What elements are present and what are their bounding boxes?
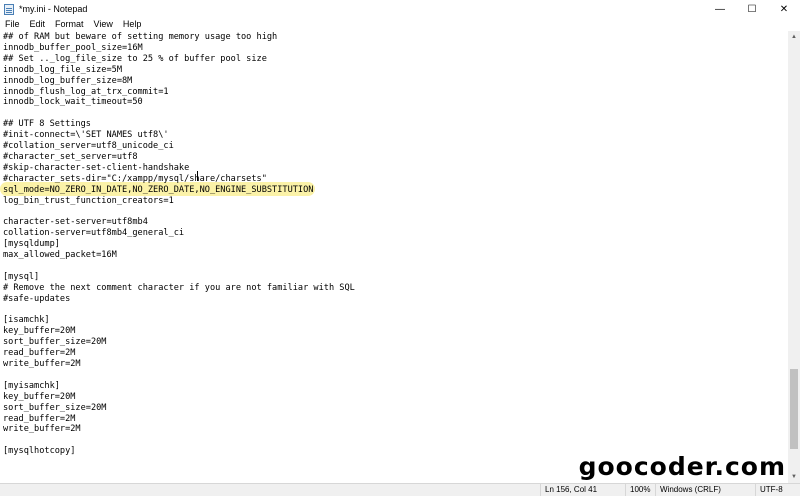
minimize-button[interactable]: — bbox=[704, 0, 736, 18]
text-line: #collation_server=utf8_unicode_ci bbox=[3, 141, 174, 151]
text-editor-area[interactable]: ## of RAM but beware of setting memory u… bbox=[0, 31, 788, 483]
text-line: max_allowed_packet=16M bbox=[3, 250, 117, 260]
text-line: character-set-server=utf8mb4 bbox=[3, 217, 148, 228]
text-line: key_buffer=20M bbox=[3, 391, 76, 402]
menu-bar: File Edit Format View Help bbox=[0, 18, 800, 31]
text-line: collation-server=utf8mb4_general_ci bbox=[3, 228, 185, 239]
text-line: ## of RAM but beware of setting memory u… bbox=[3, 32, 278, 42]
line-ending: Windows (CRLF) bbox=[655, 484, 755, 496]
text-line: log_bin_trust_function_creators=1 bbox=[3, 195, 174, 206]
text-line: [mysql] bbox=[3, 271, 40, 282]
status-bar: Ln 156, Col 41 100% Windows (CRLF) UTF-8 bbox=[0, 483, 800, 496]
text-line: write_buffer=2M bbox=[3, 424, 81, 435]
text-line: [mysqldump] bbox=[3, 239, 60, 250]
text-line: #character_sets-dir="C:/xampp/mysql/shar… bbox=[3, 173, 267, 184]
text-line: #init-connect=\'SET NAMES utf8\' bbox=[3, 130, 169, 141]
text-line: innodb_log_file_size=5M bbox=[3, 64, 122, 75]
text-line: innodb_log_buffer_size=8M bbox=[3, 75, 133, 86]
text-line: write_buffer=2M bbox=[3, 359, 81, 369]
text-line: sql_mode=NO_ZERO_IN_DATE,NO_ZERO_DATE,NO… bbox=[3, 184, 314, 195]
encoding: UTF-8 bbox=[755, 484, 800, 496]
text-line: #character_set_server=utf8 bbox=[3, 151, 138, 162]
menu-edit[interactable]: Edit bbox=[25, 18, 51, 31]
text-line: innodb_lock_wait_timeout=50 bbox=[3, 97, 143, 108]
text-line: [isamchk] bbox=[3, 315, 50, 326]
text-line: sort_buffer_size=20M bbox=[3, 402, 107, 413]
scrollbar-thumb[interactable] bbox=[790, 369, 798, 449]
text-line: [myisamchk] bbox=[3, 380, 60, 391]
menu-file[interactable]: File bbox=[0, 18, 25, 31]
scroll-up-icon[interactable]: ▲ bbox=[788, 31, 800, 43]
title-bar[interactable]: *my.ini - Notepad — ☐ ✕ bbox=[0, 0, 800, 18]
text-line: innodb_flush_log_at_trx_commit=1 bbox=[3, 86, 169, 97]
notepad-icon bbox=[4, 3, 14, 15]
text-line: #safe-updates bbox=[3, 293, 71, 304]
zoom-level: 100% bbox=[625, 484, 655, 496]
menu-view[interactable]: View bbox=[89, 18, 118, 31]
text-line: ## UTF 8 Settings bbox=[3, 119, 91, 130]
window-title: *my.ini - Notepad bbox=[19, 4, 88, 14]
text-line: sort_buffer_size=20M bbox=[3, 337, 107, 348]
text-line: read_buffer=2M bbox=[3, 348, 76, 359]
close-button[interactable]: ✕ bbox=[768, 0, 800, 18]
text-line: [mysqlhotcopy] bbox=[3, 446, 76, 457]
text-line: ## Set .._log_file_size to 25 % of buffe… bbox=[3, 53, 267, 64]
text-line: # Remove the next comment character if y… bbox=[3, 282, 355, 293]
text-line: #skip-character-set-client-handshake bbox=[3, 162, 190, 173]
maximize-button[interactable]: ☐ bbox=[736, 0, 768, 18]
menu-format[interactable]: Format bbox=[50, 18, 89, 31]
text-line: key_buffer=20M bbox=[3, 326, 76, 337]
watermark: goocoder.com bbox=[578, 452, 786, 481]
text-line: innodb_buffer_pool_size=16M bbox=[3, 42, 143, 53]
scroll-down-icon[interactable]: ▼ bbox=[788, 471, 800, 483]
cursor-position: Ln 156, Col 41 bbox=[540, 484, 625, 496]
vertical-scrollbar[interactable]: ▲ ▼ bbox=[788, 31, 800, 483]
text-line: read_buffer=2M bbox=[3, 413, 76, 424]
menu-help[interactable]: Help bbox=[118, 18, 147, 31]
